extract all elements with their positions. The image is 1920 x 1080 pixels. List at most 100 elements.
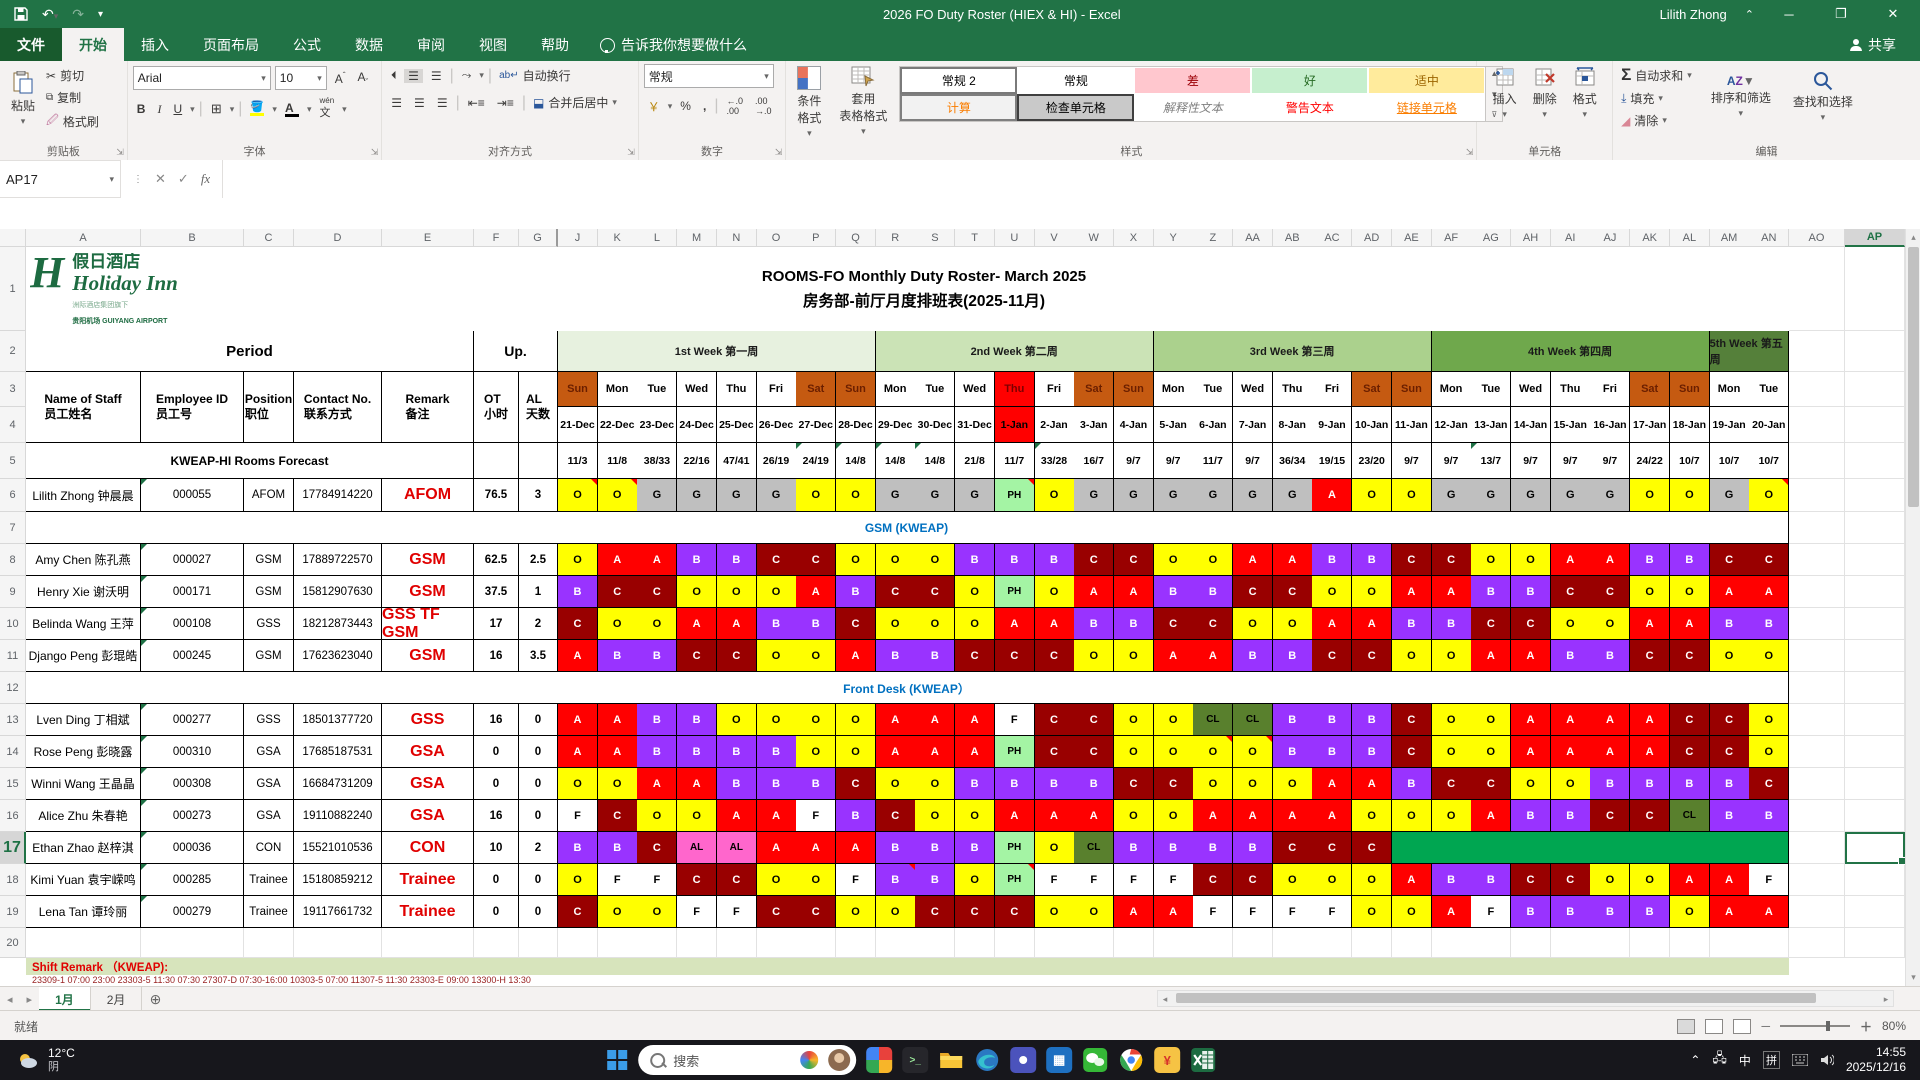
cell-row20[interactable]	[1630, 928, 1671, 958]
shift-cell[interactable]: A	[1550, 544, 1591, 576]
shift-cell[interactable]: B	[1352, 544, 1393, 576]
cell-AP8[interactable]	[1845, 544, 1905, 576]
shift-cell[interactable]: B	[915, 864, 956, 896]
shift-cell[interactable]: A	[1550, 736, 1591, 768]
forecast-cell-1-Jan[interactable]: 11/7	[994, 443, 1035, 479]
shift-cell[interactable]: A	[796, 576, 837, 608]
staff-position[interactable]: GSM	[244, 544, 294, 576]
shift-cell[interactable]: C	[1391, 736, 1432, 768]
shift-cell[interactable]: O	[1709, 640, 1750, 672]
taskbar-wechat-icon[interactable]	[1082, 1047, 1108, 1073]
cell-AO3[interactable]	[1789, 372, 1845, 407]
vertical-scrollbar[interactable]: ▴ ▾	[1905, 229, 1920, 986]
shift-cell[interactable]: C	[875, 576, 916, 608]
cell-AP20[interactable]	[1845, 928, 1905, 958]
shift-cell[interactable]: O	[637, 608, 678, 640]
cell-AO6[interactable]	[1789, 479, 1845, 512]
shift-cell[interactable]: B	[637, 736, 678, 768]
cell-AP7[interactable]	[1845, 512, 1905, 544]
cell-row20[interactable]	[558, 928, 598, 958]
staff-id[interactable]: 000108	[141, 608, 244, 640]
col-header-X[interactable]: X	[1113, 229, 1154, 247]
forecast-cell-4-Jan[interactable]: 9/7	[1113, 443, 1154, 479]
shift-cell[interactable]: O	[835, 704, 876, 736]
shift-cell[interactable]: B	[955, 544, 996, 576]
shift-cell[interactable]: B	[1471, 576, 1512, 608]
shift-cell[interactable]: C	[1193, 864, 1234, 896]
shift-cell[interactable]: O	[558, 768, 598, 800]
cell-AO16[interactable]	[1789, 800, 1845, 832]
menu-tab-帮助[interactable]: 帮助	[524, 28, 586, 61]
shift-cell[interactable]: O	[1352, 576, 1393, 608]
qat-customize-button[interactable]: ▾	[98, 9, 103, 20]
shift-cell[interactable]: B	[875, 864, 916, 896]
shift-cell[interactable]: A	[915, 704, 956, 736]
staff-al[interactable]: 0	[519, 704, 558, 736]
cell-AP6[interactable]	[1845, 479, 1905, 512]
col-header-AD[interactable]: AD	[1352, 229, 1393, 247]
staff-remark[interactable]: GSS	[382, 704, 474, 736]
shift-cell[interactable]: B	[1669, 768, 1710, 800]
shift-cell[interactable]: O	[1153, 800, 1194, 832]
shift-cell[interactable]: B	[716, 736, 757, 768]
cell-AP12[interactable]	[1845, 672, 1905, 704]
staff-remark[interactable]: GSA	[382, 736, 474, 768]
shift-cell[interactable]: B	[1352, 736, 1393, 768]
shift-cell[interactable]: O	[1749, 704, 1790, 736]
shift-cell[interactable]: A	[1034, 800, 1075, 832]
shift-cell[interactable]: C	[1233, 864, 1274, 896]
shift-cell[interactable]: O	[1630, 864, 1671, 896]
forecast-cell-30-Dec[interactable]: 14/8	[915, 443, 956, 479]
shift-cell[interactable]: B	[637, 640, 678, 672]
cell-AO14[interactable]	[1789, 736, 1845, 768]
shift-cell[interactable]: O	[1193, 768, 1234, 800]
taskbar-file-explorer-icon[interactable]	[938, 1047, 964, 1073]
col-header-T[interactable]: T	[955, 229, 996, 247]
shift-cell[interactable]: B	[677, 544, 718, 576]
staff-al[interactable]: 0	[519, 768, 558, 800]
shift-cell[interactable]: C	[1272, 832, 1313, 864]
col-header-AJ[interactable]: AJ	[1590, 229, 1631, 247]
cell-AO18[interactable]	[1789, 864, 1845, 896]
shift-cell[interactable]: B	[1391, 608, 1432, 640]
shift-cell[interactable]: C	[915, 896, 956, 928]
cell-row20[interactable]	[637, 928, 678, 958]
shift-cell[interactable]: O	[955, 576, 996, 608]
shift-cell[interactable]: A	[1431, 896, 1472, 928]
shift-cell[interactable]: O	[1233, 608, 1274, 640]
shift-cell[interactable]: O	[796, 864, 837, 896]
staff-ot[interactable]: 62.5	[474, 544, 519, 576]
shift-cell[interactable]: C	[1074, 736, 1115, 768]
staff-name[interactable]: Amy Chen 陈孔燕	[26, 544, 141, 576]
shift-cell[interactable]: O	[1034, 576, 1075, 608]
insert-cells-button[interactable]: 插入 ▾	[1487, 64, 1523, 122]
forecast-cell-2-Jan[interactable]: 33/28	[1034, 443, 1075, 479]
shift-cell[interactable]: A	[1113, 576, 1154, 608]
shift-cell[interactable]: B	[1153, 832, 1194, 864]
shift-cell[interactable]: A	[1590, 544, 1631, 576]
shift-cell[interactable]: F	[597, 864, 638, 896]
sheet-nav-left-icon[interactable]: ◂	[0, 987, 20, 1011]
menu-tab-页面布局[interactable]: 页面布局	[186, 28, 276, 61]
shift-cell[interactable]: CL	[1074, 832, 1115, 864]
cell-row20[interactable]	[875, 928, 916, 958]
cell-AP3[interactable]	[1845, 372, 1905, 407]
shift-cell[interactable]: O	[1391, 896, 1432, 928]
forecast-cell-15-Jan[interactable]: 9/7	[1550, 443, 1591, 479]
forecast-cell-3-Jan[interactable]: 16/7	[1074, 443, 1115, 479]
row-header-20[interactable]: 20	[0, 928, 26, 958]
shift-cell[interactable]: C	[756, 896, 797, 928]
shift-cell[interactable]: O	[1391, 640, 1432, 672]
staff-position[interactable]: Trainee	[244, 864, 294, 896]
shift-cell[interactable]: B	[756, 608, 797, 640]
cell-row20[interactable]	[1431, 928, 1472, 958]
conditional-formatting-button[interactable]: 条件格式 ▾	[791, 64, 827, 141]
cell-AP19[interactable]	[1845, 896, 1905, 928]
cell-row20[interactable]	[597, 928, 638, 958]
row-header-11[interactable]: 11	[0, 640, 26, 672]
shift-cell[interactable]: O	[716, 576, 757, 608]
sheet-nav-right-icon[interactable]: ▸	[20, 987, 40, 1011]
accounting-format-icon[interactable]: ￥	[644, 98, 664, 115]
forecast-cell-14-Jan[interactable]: 9/7	[1511, 443, 1552, 479]
staff-position[interactable]: CON	[244, 832, 294, 864]
